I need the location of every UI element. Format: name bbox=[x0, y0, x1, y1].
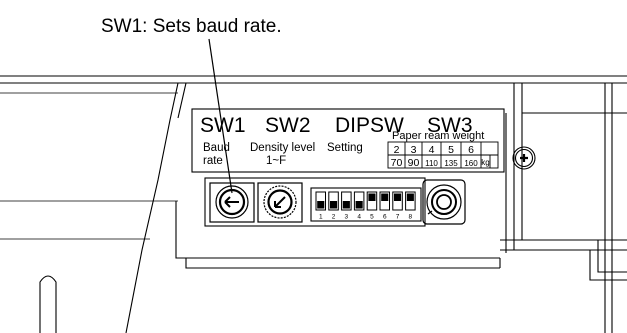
dip-switch-lever[interactable] bbox=[381, 193, 389, 202]
rotary-switch-sw1-icon[interactable] bbox=[209, 182, 255, 223]
ream-setting-cell: 4 bbox=[429, 144, 435, 156]
dip-switch-number: 4 bbox=[357, 214, 361, 221]
dip-switch-lever[interactable] bbox=[368, 193, 376, 202]
ream-weight-cell: 70 bbox=[391, 157, 403, 169]
printer-switch-panel-diagram: SW1: Sets baud rate. SW1 SW2 DIPSW SW3 B… bbox=[0, 16, 627, 333]
dip-switch-icon[interactable]: 1 2 3 4 5 6 7 8 bbox=[310, 187, 422, 222]
ream-unit-cell: kg bbox=[481, 158, 489, 167]
sw2-label-line1: Density level bbox=[250, 142, 315, 154]
dip-switch-number: 6 bbox=[383, 214, 387, 221]
dip-switch-lever[interactable] bbox=[406, 193, 414, 202]
ream-weight-cell: 135 bbox=[444, 159, 458, 168]
dip-switch-lever[interactable] bbox=[342, 201, 350, 209]
rotary-switch-sw3-icon[interactable] bbox=[422, 179, 466, 225]
dip-switch-number: 2 bbox=[332, 214, 336, 221]
phillips-screw-icon bbox=[512, 146, 536, 170]
ream-weight-cell: 110 bbox=[425, 159, 438, 168]
callout-text: SW1: Sets baud rate. bbox=[101, 16, 282, 37]
ream-setting-cell: 6 bbox=[468, 144, 474, 156]
dip-switch-number: 8 bbox=[409, 214, 413, 221]
sw1-label-line1: Baud bbox=[203, 142, 230, 154]
dip-switch-lever[interactable] bbox=[330, 201, 338, 209]
dip-switch-number: 1 bbox=[319, 214, 323, 221]
ream-weight-cell: 160 bbox=[464, 159, 478, 168]
dip-switch-lever[interactable] bbox=[355, 201, 363, 209]
sw1-label-line2: rate bbox=[203, 155, 223, 167]
dip-switch-lever[interactable] bbox=[317, 201, 325, 209]
ream-weight-cell: 90 bbox=[408, 157, 420, 169]
housing-outline bbox=[0, 75, 627, 333]
dip-switch-number: 7 bbox=[396, 214, 400, 221]
ream-setting-cell: 2 bbox=[394, 144, 400, 156]
ream-setting-cell: 5 bbox=[448, 144, 454, 156]
sw2-title: SW2 bbox=[265, 114, 311, 137]
rotary-switch-sw2-icon[interactable] bbox=[257, 182, 303, 223]
dip-switch-lever[interactable] bbox=[394, 193, 402, 202]
dipsw-label: Setting bbox=[327, 142, 363, 154]
sw2-label-line2: 1~F bbox=[266, 155, 286, 167]
ream-setting-cell: 3 bbox=[411, 144, 417, 156]
dip-switch-number: 3 bbox=[345, 214, 349, 221]
paper-ream-title: Paper ream weight bbox=[392, 130, 484, 142]
sw1-title: SW1 bbox=[200, 114, 246, 137]
dip-switch-number: 5 bbox=[370, 214, 374, 221]
